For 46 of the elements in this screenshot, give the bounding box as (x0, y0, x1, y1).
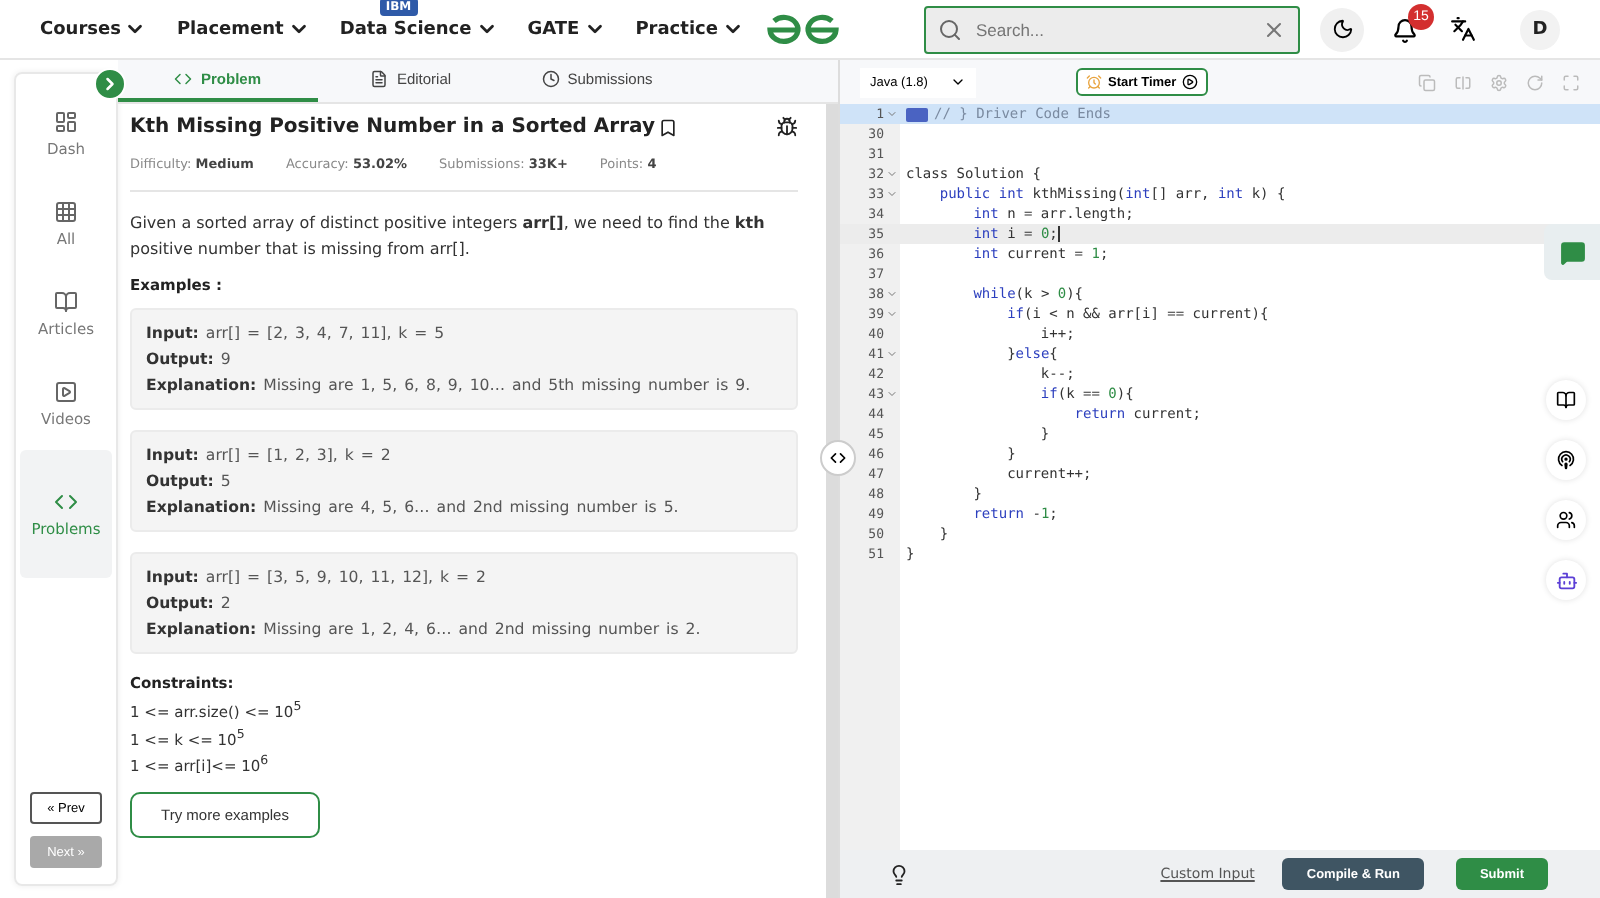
bot-button[interactable] (1546, 560, 1586, 600)
people-icon (1556, 510, 1576, 530)
search-input[interactable]: Search... (972, 17, 1252, 41)
clear-icon[interactable] (1262, 17, 1286, 41)
grid-icon (54, 199, 78, 223)
nav-menu-item[interactable]: Courses (40, 18, 147, 40)
podcast-icon (1556, 450, 1576, 470)
expand-button[interactable] (94, 68, 126, 100)
clock-icon (541, 70, 560, 88)
problem-description: Given a sorted array of distinct positive integers arr[], we need to find the kth positive number that is missing from arr[]. (130, 212, 767, 262)
bookmark-icon[interactable] (658, 117, 679, 137)
translate-icon (1450, 16, 1476, 42)
folded-code-icon[interactable] (906, 107, 928, 121)
caret-icon (950, 74, 966, 90)
translate-button[interactable] (1450, 16, 1476, 42)
resize-icon (828, 448, 848, 468)
resize-handle[interactable] (820, 440, 856, 476)
nav-menu-item[interactable]: Placement (176, 18, 310, 40)
dark-mode-button[interactable] (1320, 7, 1364, 51)
chat-icon (1559, 239, 1585, 265)
bot-icon (1555, 569, 1577, 591)
book-icon (54, 289, 78, 313)
search-field[interactable]: Search... (924, 5, 1300, 53)
book-icon (1556, 390, 1576, 410)
problem-title: Kth Missing Positive Number in a Sorted Array (130, 116, 655, 138)
code-icon (174, 70, 193, 88)
play-icon (1182, 74, 1199, 90)
moon-icon (1331, 18, 1353, 40)
search-icon (938, 17, 962, 41)
bug-icon[interactable] (776, 116, 798, 138)
podcast-button[interactable] (1546, 440, 1586, 480)
dashboard-icon (54, 109, 78, 133)
people-button[interactable] (1546, 500, 1586, 540)
video-icon (54, 379, 78, 403)
document-icon (370, 70, 389, 88)
alarm-clock-icon (1086, 74, 1102, 90)
nav-menu-item[interactable]: Practice (635, 18, 744, 40)
bell-icon (1392, 17, 1418, 43)
chat-button[interactable] (1544, 224, 1600, 280)
book-button[interactable] (1546, 380, 1586, 420)
lightbulb-icon[interactable] (888, 863, 910, 885)
chevron-right-icon (100, 74, 120, 94)
user-avatar[interactable]: D (1520, 9, 1560, 49)
code-icon (54, 490, 78, 514)
logo-icon[interactable] (766, 13, 842, 45)
nav-menu-item[interactable]: GATE (527, 18, 606, 40)
